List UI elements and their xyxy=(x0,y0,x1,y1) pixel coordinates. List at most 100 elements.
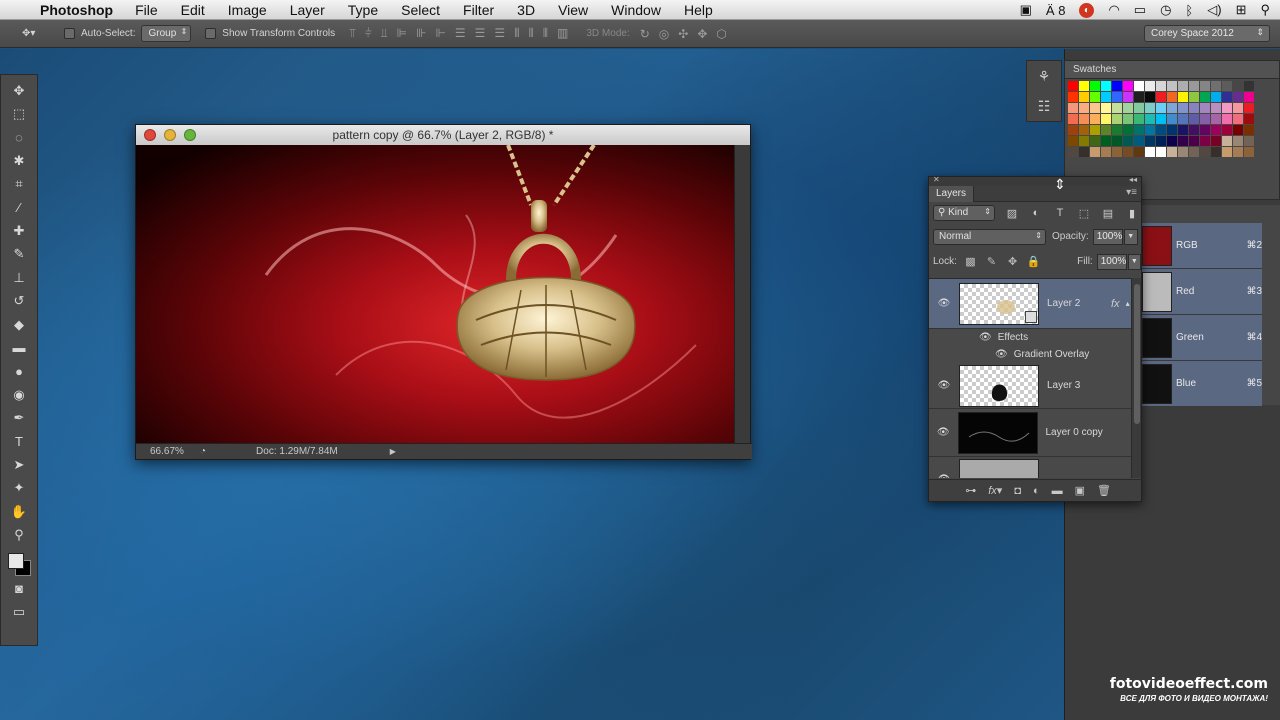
swatch-cell[interactable] xyxy=(1068,81,1078,91)
swatch-cell[interactable] xyxy=(1233,92,1243,102)
swatch-cell[interactable] xyxy=(1211,92,1221,102)
filter-type-icon[interactable]: T xyxy=(1053,207,1067,219)
blur-tool-icon[interactable]: ● xyxy=(6,360,32,383)
history-brush-tool-icon[interactable]: ↺ xyxy=(6,290,32,313)
swatch-cell[interactable] xyxy=(1123,114,1133,124)
crop-tool-icon[interactable]: ⌗ xyxy=(6,173,32,196)
swatch-cell[interactable] xyxy=(1090,147,1100,157)
swatch-cell[interactable] xyxy=(1244,92,1254,102)
visibility-eye-icon[interactable]: 👁 xyxy=(929,427,958,438)
layer-name[interactable]: Layer 0 copy xyxy=(1046,427,1132,438)
menu-3d[interactable]: 3D xyxy=(517,2,535,18)
filter-toggle-icon[interactable]: ▮ xyxy=(1125,207,1139,220)
swatch-cell[interactable] xyxy=(1167,114,1177,124)
swatch-cell[interactable] xyxy=(1112,81,1122,91)
fill-slider-button[interactable]: ▼ xyxy=(1127,253,1142,270)
swatch-cell[interactable] xyxy=(1233,103,1243,113)
foreground-color-swatch[interactable] xyxy=(8,552,24,569)
swatch-cell[interactable] xyxy=(1222,103,1232,113)
type-tool-icon[interactable]: T xyxy=(6,430,32,453)
layer-name[interactable]: Layer 3 xyxy=(1047,380,1107,391)
effects-expand-icon[interactable]: ▴ xyxy=(1126,299,1130,308)
menu-edit[interactable]: Edit xyxy=(181,2,205,18)
tool-presets-icon[interactable]: ⚘ xyxy=(1038,68,1051,85)
3d-pan-icon[interactable]: ✣ xyxy=(678,27,688,41)
swatch-cell[interactable] xyxy=(1189,92,1199,102)
minimize-window-button[interactable] xyxy=(164,129,176,141)
3d-scale-icon[interactable]: ⬡ xyxy=(716,27,726,41)
swatch-cell[interactable] xyxy=(1200,136,1210,146)
swatch-cell[interactable] xyxy=(1134,103,1144,113)
swatch-cell[interactable] xyxy=(1123,136,1133,146)
document-canvas[interactable] xyxy=(136,145,736,445)
swatch-cell[interactable] xyxy=(1244,147,1254,157)
shape-tool-icon[interactable]: ✦ xyxy=(6,477,32,500)
visibility-eye-icon[interactable]: 👁 xyxy=(929,380,959,391)
swatch-cell[interactable] xyxy=(1068,92,1078,102)
swatch-cell[interactable] xyxy=(1090,92,1100,102)
channel-row-rgb[interactable]: RGB ⌘2 xyxy=(1140,223,1262,269)
layer-row-layer-3[interactable]: 👁 Layer 3 xyxy=(929,363,1131,409)
creative-cloud-icon[interactable]: ◐ xyxy=(1079,2,1095,18)
swatch-cell[interactable] xyxy=(1244,81,1254,91)
layers-scrollbar[interactable] xyxy=(1131,278,1141,478)
align-hcenter-icon[interactable]: ⊪ xyxy=(416,26,426,41)
move-tool-icon[interactable]: ✥ xyxy=(6,79,32,102)
swatch-cell[interactable] xyxy=(1090,114,1100,124)
lock-all-icon[interactable]: 🔒 xyxy=(1026,255,1041,268)
swatch-cell[interactable] xyxy=(1211,136,1221,146)
channel-row-red[interactable]: Red ⌘3 xyxy=(1140,269,1262,315)
clone-stamp-tool-icon[interactable]: ⊥ xyxy=(6,266,32,289)
swatch-cell[interactable] xyxy=(1244,114,1254,124)
auto-select-dropdown[interactable]: Group xyxy=(141,25,192,42)
distribute-left-icon[interactable]: ⦀ xyxy=(514,26,519,41)
volume-icon[interactable]: ◁) xyxy=(1207,2,1221,18)
swatch-cell[interactable] xyxy=(1178,125,1188,135)
lock-transparency-icon[interactable]: ▩ xyxy=(963,255,978,268)
swatch-cell[interactable] xyxy=(1068,103,1078,113)
auto-select-toggle[interactable]: Auto-Select: xyxy=(64,27,135,39)
menu-layer[interactable]: Layer xyxy=(290,2,325,18)
align-right-icon[interactable]: ⊩ xyxy=(435,26,445,41)
transform-toggle[interactable]: Show Transform Controls xyxy=(205,27,335,39)
marquee-tool-icon[interactable]: ⬚ xyxy=(6,102,32,125)
swatch-cell[interactable] xyxy=(1167,103,1177,113)
move-tool-icon[interactable]: ✥▾ xyxy=(22,28,44,39)
distribute-top-icon[interactable]: ☰ xyxy=(455,26,466,41)
keyboard-icon[interactable]: ⊞ xyxy=(1236,2,1247,18)
bluetooth-icon[interactable]: ᛒ xyxy=(1185,3,1193,18)
swatch-cell[interactable] xyxy=(1112,92,1122,102)
swatch-cell[interactable] xyxy=(1101,114,1111,124)
swatch-cell[interactable] xyxy=(1079,92,1089,102)
swatch-cell[interactable] xyxy=(1134,114,1144,124)
swatch-cell[interactable] xyxy=(1123,147,1133,157)
distribute-hcenter-icon[interactable]: ⦀ xyxy=(528,26,533,41)
delete-layer-icon[interactable]: 🗑 xyxy=(1097,484,1111,497)
swatch-cell[interactable] xyxy=(1189,81,1199,91)
visibility-eye-icon[interactable]: 👁 xyxy=(929,298,959,309)
swatch-cell[interactable] xyxy=(1068,114,1078,124)
3d-roll-icon[interactable]: ◎ xyxy=(659,27,669,41)
swatch-cell[interactable] xyxy=(1178,81,1188,91)
swatch-cell[interactable] xyxy=(1079,147,1089,157)
swatch-cell[interactable] xyxy=(1233,136,1243,146)
auto-align-icon[interactable]: ▥ xyxy=(557,26,568,41)
dodge-tool-icon[interactable]: ◉ xyxy=(6,383,32,406)
swatch-cell[interactable] xyxy=(1101,125,1111,135)
swatch-cell[interactable] xyxy=(1200,147,1210,157)
document-scrollbar[interactable] xyxy=(734,145,750,445)
menu-view[interactable]: View xyxy=(558,2,588,18)
channel-row-blue[interactable]: Blue ⌘5 xyxy=(1140,361,1262,407)
search-icon[interactable]: ⚲ xyxy=(1260,2,1270,18)
swatch-cell[interactable] xyxy=(1167,125,1177,135)
adobe-updates-icon[interactable]: Ä 8 xyxy=(1046,3,1066,18)
zoom-window-button[interactable] xyxy=(184,129,196,141)
swatch-cell[interactable] xyxy=(1222,92,1232,102)
swatch-cell[interactable] xyxy=(1079,81,1089,91)
swatch-cell[interactable] xyxy=(1167,92,1177,102)
swatch-cell[interactable] xyxy=(1112,125,1122,135)
swatch-cell[interactable] xyxy=(1079,114,1089,124)
panel-menu-icon[interactable]: ▾≡ xyxy=(1126,187,1137,198)
close-panel-icon[interactable]: ✕ xyxy=(933,175,940,184)
swatch-cell[interactable] xyxy=(1090,81,1100,91)
